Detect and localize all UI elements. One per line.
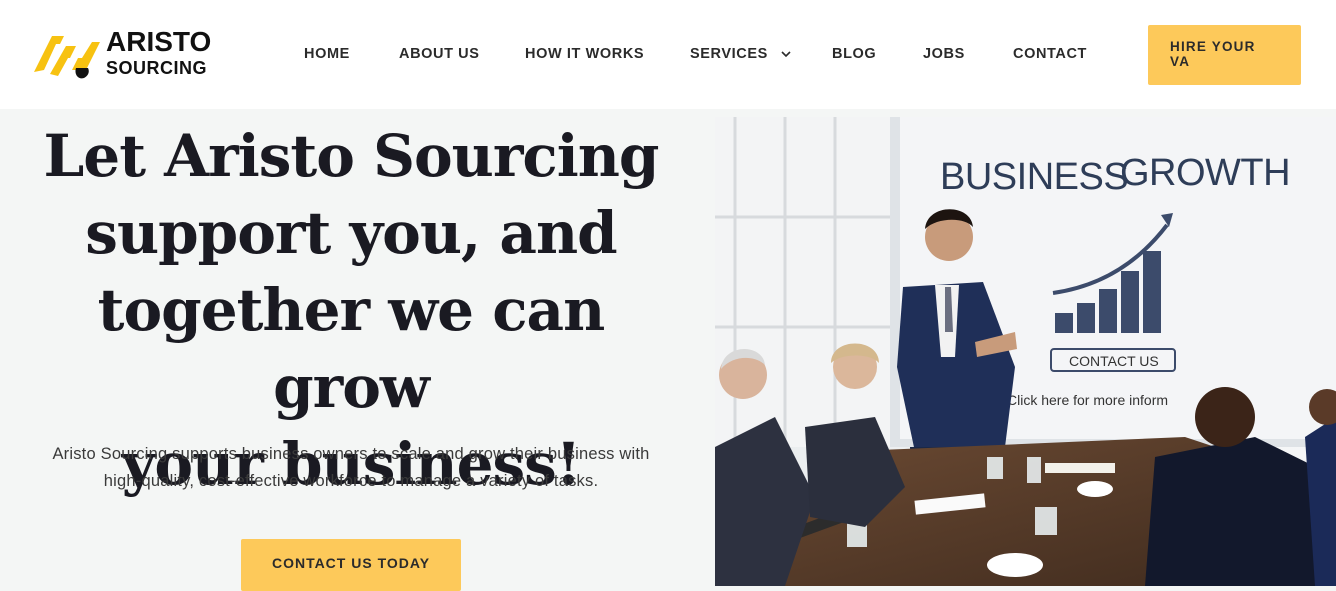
hero-description-line: Aristo Sourcing supports business owners… <box>52 445 650 463</box>
site-header: ARISTO SOURCING HOME ABOUT US HOW IT WOR… <box>0 0 1336 109</box>
board-title-2: GROWTH <box>1120 152 1290 194</box>
nav-item-about[interactable]: ABOUT US <box>399 46 480 62</box>
chevron-down-icon <box>780 51 791 57</box>
board-title-1: BUSINESS <box>940 156 1128 198</box>
nav-item-how-it-works[interactable]: HOW IT WORKS <box>525 46 644 62</box>
brand-line2: SOURCING <box>106 58 208 78</box>
hire-your-va-button[interactable]: HIRE YOUR VA <box>1148 25 1301 85</box>
hero-title-line: Let Aristo Sourcing <box>43 122 660 190</box>
hero-title-line: support you, and <box>85 199 617 267</box>
board-button-label: CONTACT US <box>1069 353 1159 369</box>
brand-wordmark: ARISTO SOURCING <box>106 28 211 80</box>
brand-line1: ARISTO <box>106 26 212 57</box>
nav-item-home[interactable]: HOME <box>304 46 350 62</box>
logo-mark-icon <box>34 36 100 79</box>
nav-item-services[interactable]: SERVICES <box>690 46 791 62</box>
hero-description: Aristo Sourcing supports business owners… <box>10 441 692 495</box>
meeting-illustration: BUSINESS GROWTH CONTACT US Click here fo… <box>715 117 1336 586</box>
brand-logo[interactable]: ARISTO SOURCING <box>30 24 220 88</box>
nav-item-blog[interactable]: BLOG <box>832 46 876 62</box>
nav-item-jobs[interactable]: JOBS <box>923 46 965 62</box>
hero-description-line: high-quality, cost-effective workforce t… <box>103 472 599 490</box>
nav-item-services-label: SERVICES <box>690 46 768 62</box>
hire-button-line2: VA <box>1170 54 1191 69</box>
hire-button-line1: HIRE YOUR <box>1170 39 1256 54</box>
board-caption: Click here for more inform <box>1007 392 1168 408</box>
hero-title-line: together we can grow <box>97 276 606 421</box>
contact-us-today-button[interactable]: CONTACT US TODAY <box>241 539 461 591</box>
nav-item-contact[interactable]: CONTACT <box>1013 46 1087 62</box>
cta-label: CONTACT US TODAY <box>271 555 431 571</box>
hero-photo: BUSINESS GROWTH CONTACT US Click here fo… <box>715 117 1336 586</box>
